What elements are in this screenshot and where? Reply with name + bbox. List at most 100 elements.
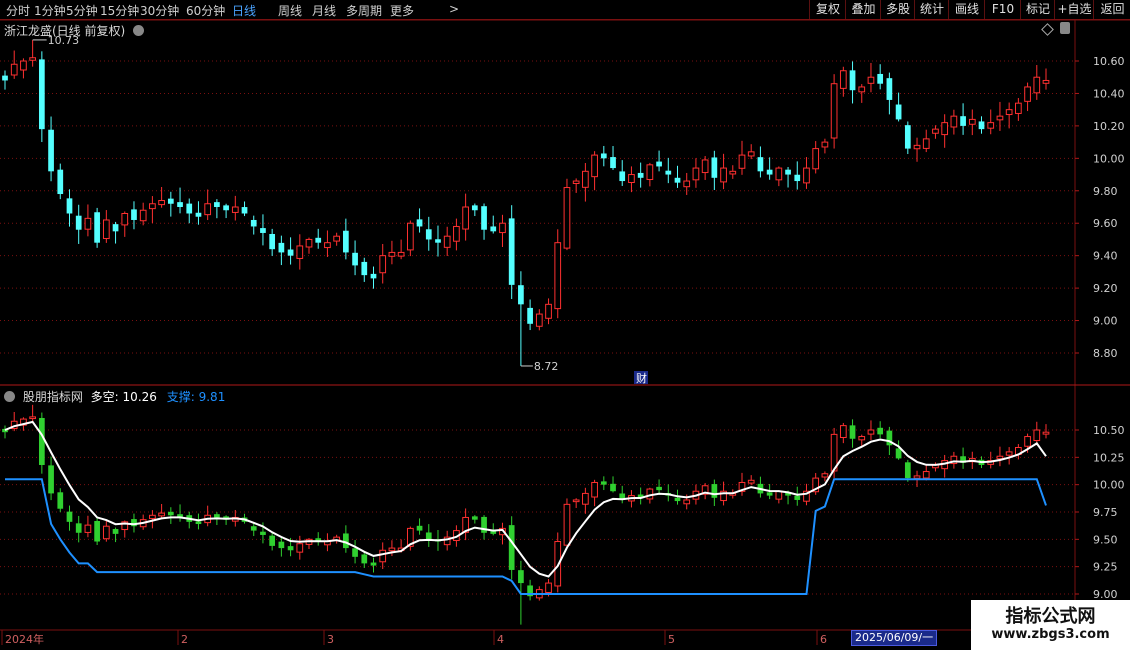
price-candle-down [186,203,193,214]
price-candle-down [435,239,441,243]
price-candle-up [84,217,92,230]
price-candle-up [554,242,562,310]
price-candle-down [416,219,423,227]
price-candle-down [527,307,533,324]
indicator-candle-down [214,514,220,518]
indicator-candle-up [858,436,866,441]
price-candle-down [490,226,497,232]
price-axis-label: 8.80 [1093,347,1118,360]
indicator-candle-up [572,499,580,503]
price-candle-up [443,235,451,248]
price-candle-up [149,203,156,210]
cursor-date-text: 2025/06/09/一 [855,631,934,644]
indicator-candle-down [674,497,681,502]
price-candle-down [849,70,856,91]
price-candle-down [600,153,607,159]
price-candle-down [131,209,137,220]
price-candle-up [139,209,147,222]
price-axis-label: 9.60 [1093,217,1118,230]
panel-maximize-icon[interactable] [1060,22,1070,34]
price-candle-up [545,303,552,319]
price-candle-down [269,233,276,250]
price-candle-up [388,251,396,257]
indicator-candle-down [508,525,515,570]
price-candle-down [315,237,322,243]
indicator-candle-up [821,473,829,478]
price-candle-down [260,228,266,233]
indicator-candle-down [711,484,718,498]
price-candle-up [692,167,700,181]
indicator-candle-up [839,425,847,439]
indicator-candle-down [112,529,119,534]
date-label: 4 [497,633,504,646]
price-candle-down [425,229,432,240]
price-axis-label: 9.20 [1093,282,1118,295]
price-candle-down [343,230,349,253]
chart-canvas[interactable]: 10.60 10.40 10.20 10.00 9.80 9.60 9.40 9.20 9.00… [0,0,1130,650]
price-candle-up [1024,86,1031,102]
indicator-axis-label: 9.75 [1093,506,1118,519]
indicator-candle-down [610,483,616,492]
price-candle-up [628,174,635,183]
indicator-candle-down [471,516,478,520]
price-candle-up [379,255,387,274]
price-candle-up [950,115,958,128]
price-candle-down [112,224,119,232]
price-candle-up [821,141,829,148]
indicator-candle-down [766,492,773,496]
support-line [5,478,1047,595]
price-candle-up [397,251,405,257]
price-axis-label: 9.80 [1093,185,1118,198]
date-label: 6 [820,633,827,646]
indicator-candle-down [425,532,432,540]
date-label: 5 [668,633,675,646]
indicator-candle-up [591,481,598,498]
indicator-candle-down [167,511,174,516]
watermark-url: www.zbgs3.com [991,627,1110,642]
indicator-candle-down [895,448,902,459]
indicator-axis-label: 9.50 [1093,533,1118,546]
price-axis-label: 9.40 [1093,250,1118,263]
price-candle-up [563,187,571,249]
price-candle-down [361,261,368,276]
indicator-candle-up [84,524,92,533]
indicator-candle-down [250,526,257,531]
price-candle-up [324,242,331,249]
duokong-label: 多空: [90,390,119,404]
price-candle-down [978,121,985,130]
price-candle-down [278,242,285,253]
watermark-title: 指标公式网 [1005,606,1096,627]
price-axis-label: 10.40 [1093,87,1125,100]
indicator-axis-label: 10.00 [1093,479,1125,492]
price-candle-up [462,206,469,230]
price-candle-up [333,235,341,242]
indicator-candle-down [877,427,884,435]
indicator-candle-down [370,562,377,566]
price-candle-up [1033,76,1041,94]
price-candle-up [29,57,36,61]
indicator-candle-down [416,525,423,531]
indicator-candle-up [1024,436,1031,447]
stock-title-text: 浙江龙盛(日线 前复权) [4,24,126,38]
price-candle-up [968,118,976,125]
indicator-candle-up [379,549,387,563]
price-candle-up [582,170,589,188]
price-candle-up [20,60,27,71]
price-candle-up [987,122,995,129]
price-candle-down [674,177,681,183]
price-candle-up [858,86,866,93]
indicator-axis-label: 10.50 [1093,424,1125,437]
price-candle-up [867,76,875,84]
price-candle-down [38,59,45,130]
price-candle-down [610,157,616,169]
price-candle-down [785,169,791,175]
price-candle-down [508,218,515,285]
indicator-dropdown-icon[interactable] [4,391,15,402]
price-candle-down [250,219,257,227]
price-candle-down [66,198,73,214]
price-candle-down [481,206,487,230]
price-candle-down [757,157,764,172]
indicator-candle-up [545,582,552,593]
title-dropdown-icon[interactable] [133,25,145,36]
indicator-candle-up [563,503,571,546]
